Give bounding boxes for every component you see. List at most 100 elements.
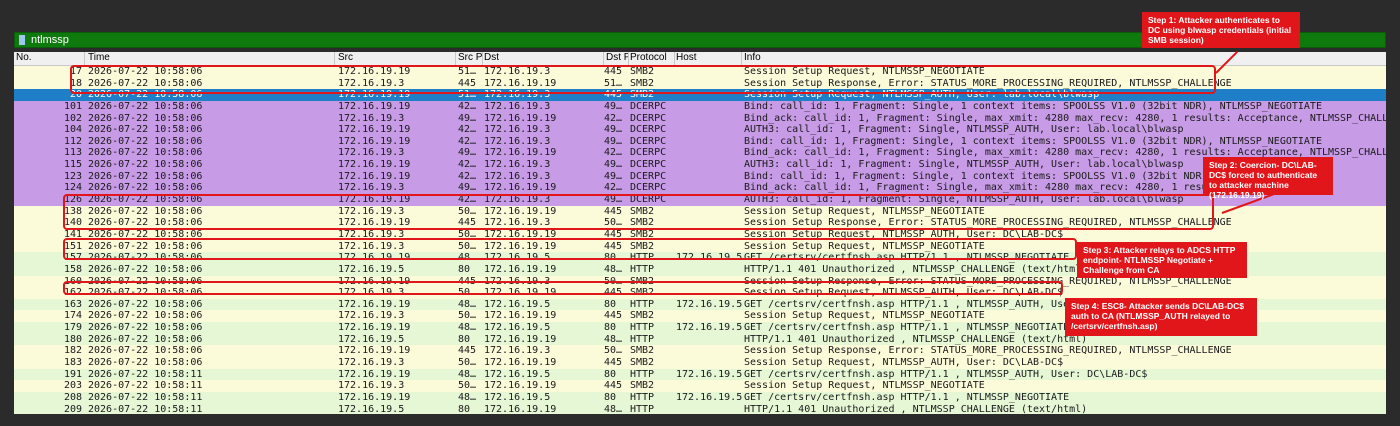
packet-info: HTTP/1.1 401 Unauthorized , NTLMSSP_CHAL… bbox=[744, 263, 1088, 275]
packet-info: Bind_ack: call_id: 1, Fragment: Single, … bbox=[744, 112, 1386, 124]
packet-dst-port: 50… bbox=[604, 345, 623, 357]
packet-dst-port: 48… bbox=[604, 263, 623, 275]
packet-row[interactable]: 203 2026-07-22 10:58:11 172.16.19.3 50… 172.… bbox=[14, 380, 1386, 392]
packet-dst: 172.16.19.5 bbox=[484, 298, 551, 310]
packet-row[interactable]: 124 2026-07-22 10:58:06 172.16.19.3 49… 172.… bbox=[14, 182, 1386, 195]
packet-dst-port: 49… bbox=[604, 159, 623, 171]
packet-protocol: DCERPC bbox=[630, 112, 667, 124]
packet-row[interactable]: 123 2026-07-22 10:58:06 172.16.19.19 42… 172… bbox=[14, 170, 1386, 183]
packet-src: 172.16.19.3 bbox=[338, 357, 405, 369]
packet-time: 2026-07-22 10:58:06 bbox=[88, 147, 203, 159]
packet-protocol: DCERPC bbox=[630, 100, 667, 112]
packet-dst-port: 49… bbox=[604, 135, 623, 147]
packet-time: 2026-07-22 10:58:11 bbox=[88, 380, 203, 392]
packet-row[interactable]: 101 2026-07-22 10:58:06 172.16.19.19 42… 172… bbox=[14, 100, 1386, 113]
column-header-src-port[interactable]: Src Port bbox=[458, 52, 482, 63]
packet-number: 124 bbox=[63, 182, 82, 194]
packet-src-port: 49… bbox=[458, 182, 477, 194]
packet-time: 2026-07-22 10:58:06 bbox=[88, 182, 203, 194]
packet-number: 102 bbox=[63, 112, 82, 124]
packet-src-port: 48… bbox=[458, 298, 477, 310]
packet-dst-port: 80 bbox=[604, 298, 617, 310]
packet-row[interactable]: 112 2026-07-22 10:58:06 172.16.19.19 42… 172… bbox=[14, 135, 1386, 148]
packet-src: 172.16.19.19 bbox=[338, 159, 411, 171]
packet-row[interactable]: 102 2026-07-22 10:58:06 172.16.19.3 49… 172.… bbox=[14, 112, 1386, 125]
packet-src-port: 42… bbox=[458, 135, 477, 147]
column-header-src[interactable]: Src bbox=[338, 52, 448, 63]
column-header-protocol[interactable]: Protocol bbox=[630, 52, 676, 63]
packet-dst: 172.16.19.19 bbox=[484, 403, 557, 414]
packet-row[interactable]: 113 2026-07-22 10:58:06 172.16.19.3 49… 172.… bbox=[14, 147, 1386, 160]
packet-info: HTTP/1.1 401 Unauthorized , NTLMSSP_CHAL… bbox=[744, 403, 1088, 414]
packet-src-port: 50… bbox=[458, 357, 477, 369]
packet-dst: 172.16.19.3 bbox=[484, 345, 551, 357]
column-divider[interactable] bbox=[84, 52, 85, 65]
column-header-no[interactable]: No. bbox=[16, 52, 82, 63]
packet-dst: 172.16.19.3 bbox=[484, 124, 551, 136]
packet-dst-port: 48… bbox=[604, 403, 623, 414]
packet-time: 2026-07-22 10:58:11 bbox=[88, 403, 203, 414]
packet-number: 209 bbox=[63, 403, 82, 414]
bookmark-icon[interactable] bbox=[19, 35, 25, 45]
column-divider[interactable] bbox=[603, 52, 604, 65]
column-divider[interactable] bbox=[628, 52, 629, 65]
packet-time: 2026-07-22 10:58:06 bbox=[88, 345, 203, 357]
column-divider[interactable] bbox=[482, 52, 483, 65]
packet-row[interactable]: 182 2026-07-22 10:58:06 172.16.19.19 445 172… bbox=[14, 345, 1386, 358]
packet-protocol: DCERPC bbox=[630, 182, 667, 194]
packet-dst: 172.16.19.3 bbox=[484, 170, 551, 182]
column-divider[interactable] bbox=[455, 52, 456, 65]
column-header-time[interactable]: Time bbox=[88, 52, 328, 63]
packet-src: 172.16.19.19 bbox=[338, 322, 411, 334]
column-divider[interactable] bbox=[741, 52, 742, 65]
packet-time: 2026-07-22 10:58:06 bbox=[88, 298, 203, 310]
column-header-dst[interactable]: Dst bbox=[484, 52, 594, 63]
packet-src-port: 80 bbox=[458, 263, 471, 275]
step4-callout: Step 4: ESC8- Attacker sends DC\LAB-DC$ … bbox=[1065, 298, 1257, 336]
packet-src-port: 42… bbox=[458, 170, 477, 182]
packet-dst-port: 42… bbox=[604, 147, 623, 159]
step3-highlight-box bbox=[63, 238, 1077, 260]
packet-protocol: HTTP bbox=[630, 322, 655, 334]
packet-row[interactable]: 209 2026-07-22 10:58:11 172.16.19.5 80 172.1… bbox=[14, 403, 1386, 414]
packet-dst: 172.16.19.19 bbox=[484, 380, 557, 392]
packet-info: GET /certsrv/certfnsh.asp HTTP/1.1 , NTL… bbox=[744, 391, 1070, 403]
packet-src-port: 49… bbox=[458, 112, 477, 124]
packet-src: 172.16.19.3 bbox=[338, 182, 405, 194]
packet-dst: 172.16.19.19 bbox=[484, 263, 557, 275]
packet-row[interactable]: 183 2026-07-22 10:58:06 172.16.19.3 50… 172.… bbox=[14, 357, 1386, 369]
packet-dst: 172.16.19.19 bbox=[484, 182, 557, 194]
packet-number: 203 bbox=[63, 380, 82, 392]
packet-src: 172.16.19.19 bbox=[338, 135, 411, 147]
packet-dst-port: 445 bbox=[604, 380, 623, 392]
packet-src: 172.16.19.19 bbox=[338, 391, 411, 403]
packet-protocol: HTTP bbox=[630, 368, 655, 380]
packet-dst-port: 445 bbox=[604, 357, 623, 369]
packet-row[interactable]: 115 2026-07-22 10:58:06 172.16.19.19 42… 172… bbox=[14, 159, 1386, 171]
packet-src: 172.16.19.19 bbox=[338, 100, 411, 112]
packet-row[interactable]: 104 2026-07-22 10:58:06 172.16.19.19 42… 172… bbox=[14, 124, 1386, 136]
packet-number: 183 bbox=[63, 357, 82, 369]
packet-time: 2026-07-22 10:58:06 bbox=[88, 135, 203, 147]
packet-dst: 172.16.19.5 bbox=[484, 322, 551, 334]
column-header-info[interactable]: Info bbox=[744, 52, 1044, 63]
column-divider[interactable] bbox=[334, 52, 335, 65]
packet-protocol: HTTP bbox=[630, 333, 655, 345]
packet-number: 180 bbox=[63, 333, 82, 345]
packet-row[interactable]: 208 2026-07-22 10:58:11 172.16.19.19 48… 172… bbox=[14, 391, 1386, 404]
packet-src-port: 80 bbox=[458, 403, 471, 414]
packet-row[interactable]: 191 2026-07-22 10:58:11 172.16.19.19 48… 172… bbox=[14, 368, 1386, 381]
packet-number: 179 bbox=[63, 322, 82, 334]
packet-number: 113 bbox=[63, 147, 82, 159]
packet-src: 172.16.19.3 bbox=[338, 112, 405, 124]
packet-info: AUTH3: call_id: 1, Fragment: Single, NTL… bbox=[744, 124, 1184, 136]
packet-time: 2026-07-22 10:58:06 bbox=[88, 263, 203, 275]
packet-protocol: SMB2 bbox=[630, 310, 655, 322]
column-header-dst-port[interactable]: Dst Port bbox=[606, 52, 628, 63]
packet-dst: 172.16.19.5 bbox=[484, 391, 551, 403]
packet-src: 172.16.19.5 bbox=[338, 403, 405, 414]
column-header-host[interactable]: Host bbox=[676, 52, 736, 63]
column-divider[interactable] bbox=[674, 52, 675, 65]
display-filter-input[interactable]: ntlmssp bbox=[31, 34, 69, 46]
packet-src-port: 42… bbox=[458, 124, 477, 136]
